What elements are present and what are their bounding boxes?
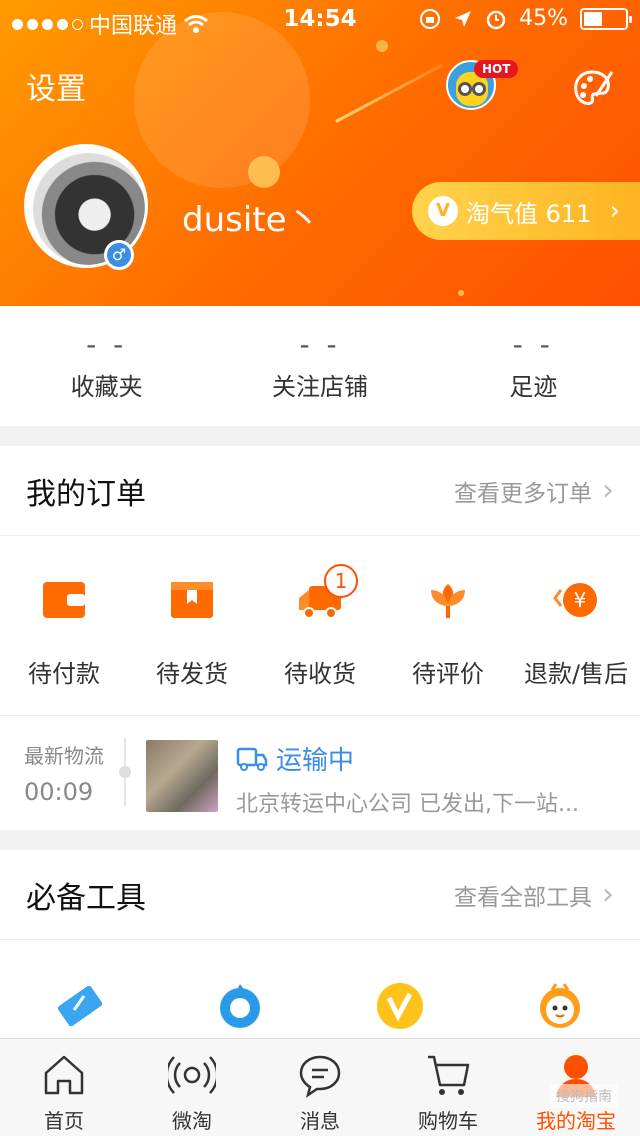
palette-icon[interactable] <box>570 66 616 112</box>
chevron-right-icon: › <box>609 196 620 226</box>
order-pending-shipment[interactable]: 待发货 <box>128 536 256 715</box>
svg-text:¥: ¥ <box>574 588 587 612</box>
refund-icon: ¥ <box>553 583 597 617</box>
naughty-value-button[interactable]: V 淘气值 611 › <box>412 182 640 240</box>
order-pending-payment[interactable]: 待付款 <box>0 536 128 715</box>
tab-home[interactable]: 首页 <box>0 1039 128 1136</box>
broadcast-icon <box>168 1056 216 1094</box>
logistics-title: 最新物流 <box>24 744 104 768</box>
latest-logistics[interactable]: 最新物流 00:09 运输中 北京转运中心公司 已发出,下一站... <box>0 716 640 828</box>
tab-weitao[interactable]: 微淘 <box>128 1039 256 1136</box>
orders-header: 我的订单 查看更多订单 › <box>0 446 640 536</box>
logistics-description: 北京转运中心公司 已发出,下一站... <box>236 792 579 817</box>
decor-dot <box>458 290 464 296</box>
hot-badge: HOT <box>474 60 519 78</box>
stat-label: 收藏夹 <box>70 373 143 401</box>
order-label: 待评价 <box>412 660 484 688</box>
v-badge-icon: V <box>428 196 458 226</box>
tab-label: 首页 <box>44 1109 84 1133</box>
username[interactable]: dusite丶 <box>182 192 321 241</box>
stat-label: 关注店铺 <box>271 373 368 401</box>
stat-value: - - <box>512 328 554 361</box>
decor-dot <box>248 156 280 188</box>
tool-v-coin[interactable] <box>320 980 480 1040</box>
watermark: 搜狗指南 <box>550 1084 618 1108</box>
rotation-lock-icon <box>420 8 441 29</box>
stat-label: 足迹 <box>509 373 558 401</box>
profile-header: 中国联通 14:54 45% 设置 HOT ♂ dusite丶 V 淘气值 61… <box>0 0 640 306</box>
chevron-right-icon: › <box>602 877 614 912</box>
settings-button[interactable]: 设置 <box>26 64 86 108</box>
view-all-tools-label: 查看全部工具 <box>454 884 592 911</box>
product-thumbnail <box>146 740 218 812</box>
delivery-truck-icon <box>236 747 268 771</box>
stats-row: - - 收藏夹 - - 关注店铺 - - 足迹 <box>0 306 640 426</box>
service-icon <box>220 984 260 1028</box>
tools-card: 必备工具 查看全部工具 › <box>0 850 640 1040</box>
battery-percent: 45% <box>519 6 568 31</box>
view-all-tools-link[interactable]: 查看全部工具 › <box>454 877 614 912</box>
message-icon <box>299 1055 341 1098</box>
stat-footprints[interactable]: - - 足迹 <box>427 306 640 426</box>
pending-receipt-count-badge: 1 <box>324 564 358 598</box>
tool-coupon[interactable] <box>0 980 160 1040</box>
stat-value: - - <box>299 328 341 361</box>
tool-service[interactable] <box>160 980 320 1040</box>
tab-label: 购物车 <box>418 1109 478 1133</box>
status-right: 45% <box>419 6 632 31</box>
view-more-orders-link[interactable]: 查看更多订单 › <box>454 473 614 508</box>
order-label: 待收货 <box>284 660 356 688</box>
stat-followed-shops[interactable]: - - 关注店铺 <box>213 306 426 426</box>
tab-label: 微淘 <box>172 1109 212 1133</box>
order-status-row: 待付款 待发货 1 待收货 待评价 ¥ 退款/售后 <box>0 536 640 716</box>
bee-icon <box>540 983 580 1028</box>
order-pending-review[interactable]: 待评价 <box>384 536 512 715</box>
decor-dot <box>376 40 388 52</box>
stat-value: - - <box>86 328 128 361</box>
tools-row <box>0 940 640 1040</box>
battery-icon <box>580 7 632 30</box>
logistics-status-label: 运输中 <box>276 746 355 776</box>
logistics-status: 运输中 <box>236 740 354 777</box>
tab-cart[interactable]: 购物车 <box>384 1039 512 1136</box>
decor-line <box>335 63 443 123</box>
orders-title: 我的订单 <box>26 476 146 512</box>
tool-bee[interactable] <box>480 980 640 1040</box>
chevron-right-icon: › <box>602 473 614 508</box>
tab-label: 消息 <box>300 1109 340 1133</box>
tools-title: 必备工具 <box>26 880 146 916</box>
view-more-orders-label: 查看更多订单 <box>454 480 592 507</box>
order-refund-aftersale[interactable]: ¥ 退款/售后 <box>512 536 640 715</box>
cart-icon <box>428 1055 470 1095</box>
home-icon <box>44 1055 84 1095</box>
coupon-icon <box>57 985 103 1027</box>
tools-header: 必备工具 查看全部工具 › <box>0 850 640 940</box>
naughty-value-label: 淘气值 611 <box>466 199 592 228</box>
taobao-profile-page: 中国联通 14:54 45% 设置 HOT ♂ dusite丶 V 淘气值 61… <box>0 0 640 1136</box>
order-pending-receipt[interactable]: 1 待收货 <box>256 536 384 715</box>
stat-favorites[interactable]: - - 收藏夹 <box>0 306 213 426</box>
location-icon <box>455 10 472 27</box>
order-label: 退款/售后 <box>523 660 629 688</box>
order-label: 待发货 <box>156 660 228 688</box>
logistics-time: 00:09 <box>24 778 94 806</box>
status-bar: 中国联通 14:54 45% <box>0 0 640 40</box>
flower-icon <box>431 584 465 618</box>
package-icon <box>171 582 213 618</box>
order-label: 待付款 <box>28 660 100 688</box>
v-coin-icon <box>377 983 423 1029</box>
alarm-icon <box>486 10 506 29</box>
orders-card: 我的订单 查看更多订单 › 待付款 待发货 1 待收货 待评价 ¥ 退款/售后 … <box>0 446 640 830</box>
timeline-dot <box>119 766 131 778</box>
tab-messages[interactable]: 消息 <box>256 1039 384 1136</box>
wallet-icon <box>43 582 85 618</box>
male-gender-icon: ♂ <box>104 240 134 270</box>
bottom-tab-bar: 首页 微淘 消息 购物车 我的淘宝 <box>0 1038 640 1136</box>
tab-label: 我的淘宝 <box>536 1109 616 1133</box>
